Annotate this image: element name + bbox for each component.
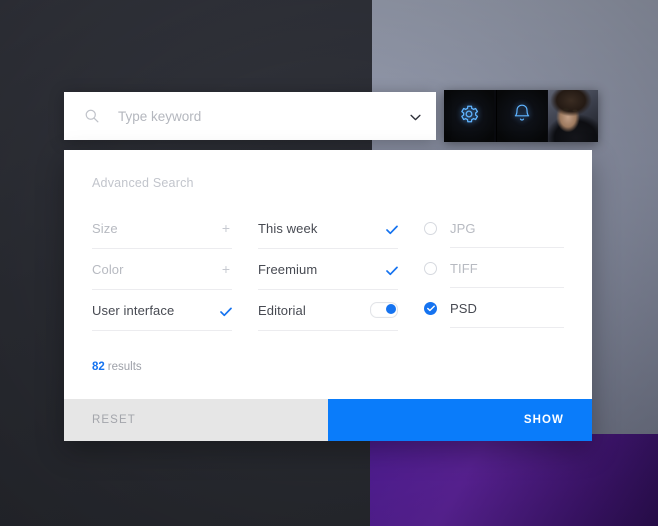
check-icon	[386, 222, 398, 235]
page-title: Advanced Search	[92, 176, 194, 190]
filter-column-attributes: Size + Color + User interface	[92, 208, 232, 331]
filter-label: User interface	[92, 302, 175, 318]
background-pane-purple	[370, 434, 658, 526]
results-label: results	[107, 361, 142, 373]
results-number: 82	[92, 361, 105, 373]
profile-button[interactable]	[548, 90, 598, 142]
radio-label: TIFF	[450, 260, 478, 276]
avatar	[548, 90, 598, 142]
filter-row-this-week[interactable]: This week	[258, 208, 398, 249]
filter-label: Size	[92, 220, 118, 236]
notifications-button[interactable]	[496, 90, 547, 142]
show-button[interactable]: SHOW	[328, 399, 592, 441]
toggle-knob	[386, 304, 396, 314]
search-bar	[64, 92, 436, 140]
bell-icon	[512, 103, 532, 130]
filter-label: Freemium	[258, 261, 318, 277]
settings-button[interactable]	[444, 90, 494, 142]
check-icon	[220, 304, 232, 317]
results-count: 82 results	[64, 331, 592, 399]
radio-row-tiff[interactable]: TIFF	[424, 248, 564, 288]
panel-footer: RESET SHOW	[64, 399, 592, 441]
filter-label: Editorial	[258, 302, 306, 318]
filter-row-user-interface[interactable]: User interface	[92, 290, 232, 331]
chevron-down-icon	[409, 109, 421, 124]
radio-row-psd[interactable]: PSD	[424, 288, 564, 328]
advanced-search-panel: Advanced Search Size + Color + User inte…	[64, 150, 592, 441]
filter-column-filters: This week Freemium Editorial	[258, 208, 398, 331]
radio-icon	[424, 261, 437, 275]
radio-row-jpg[interactable]: JPG	[424, 208, 564, 248]
radio-label: JPG	[450, 220, 476, 236]
filter-row-color[interactable]: Color +	[92, 249, 232, 290]
filter-columns: Size + Color + User interface This week …	[64, 190, 592, 331]
filter-label: Color	[92, 261, 124, 277]
app-background: Advanced Search Size + Color + User inte…	[0, 0, 658, 526]
plus-icon: +	[221, 261, 230, 277]
check-icon	[386, 263, 398, 276]
row-divider	[450, 327, 564, 328]
filter-column-file-format: JPG TIFF PSD	[424, 208, 564, 331]
gear-icon	[458, 103, 480, 130]
radio-icon	[424, 221, 437, 235]
filter-label: This week	[258, 220, 318, 236]
editorial-toggle[interactable]	[370, 302, 398, 318]
toolbar	[444, 90, 598, 142]
reset-button[interactable]: RESET	[64, 399, 328, 441]
radio-checked-icon	[424, 301, 437, 315]
filter-row-freemium[interactable]: Freemium	[258, 249, 398, 290]
search-input[interactable]	[116, 107, 394, 125]
filter-row-size[interactable]: Size +	[92, 208, 232, 249]
search-dropdown-toggle[interactable]	[394, 92, 436, 140]
plus-icon: +	[221, 220, 230, 236]
radio-label: PSD	[450, 300, 478, 316]
search-icon	[84, 108, 100, 124]
filter-row-editorial[interactable]: Editorial	[258, 290, 398, 331]
